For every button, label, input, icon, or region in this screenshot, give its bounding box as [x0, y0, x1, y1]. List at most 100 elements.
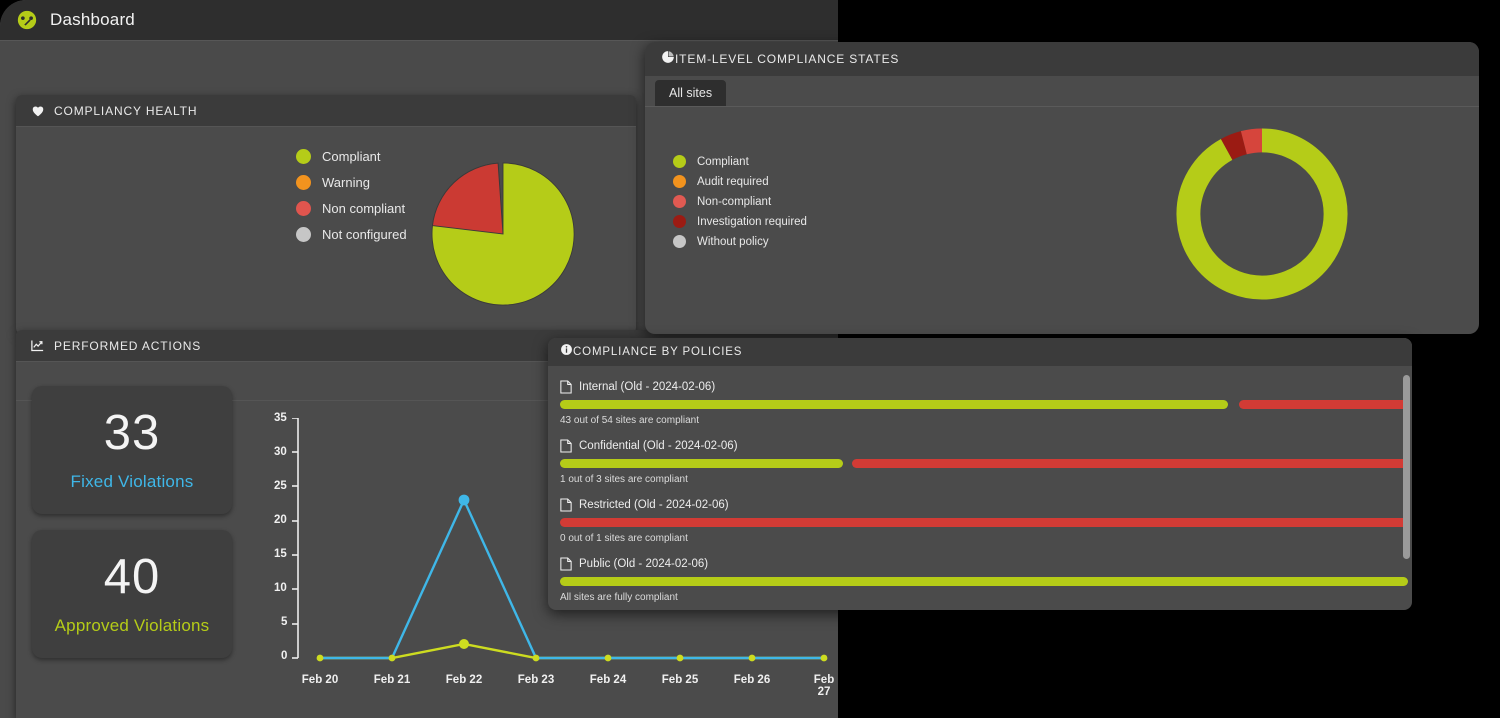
- legend-swatch: [673, 235, 686, 248]
- x-tick-feb-27: Feb 27: [814, 674, 834, 698]
- x-tick-feb-22: Feb 22: [446, 674, 482, 686]
- tab-all-sites[interactable]: All sites: [655, 80, 726, 106]
- legend-item-non-compliant[interactable]: Non-compliant: [673, 195, 807, 208]
- policy-progress-compliant: [560, 400, 1228, 409]
- policy-name-row: Public (Old - 2024-02-06): [560, 557, 1412, 571]
- policy-name: Public (Old - 2024-02-06): [579, 558, 708, 570]
- compliance-by-policies-title: Compliance by policies: [573, 346, 742, 358]
- stat-value: 33: [104, 409, 161, 458]
- stat-value: 40: [104, 553, 161, 602]
- window-title: Dashboard: [50, 10, 135, 30]
- policy-status: 0 out of 1 sites are compliant: [560, 533, 1412, 544]
- policy-progress-non-compliant: [852, 459, 1408, 468]
- policy-status: 43 out of 54 sites are compliant: [560, 415, 1412, 426]
- legend-label: Non compliant: [322, 201, 405, 216]
- policy-row-internal[interactable]: Internal (Old - 2024-02-06) 43 out of 54…: [560, 380, 1412, 426]
- legend-label: Investigation required: [697, 216, 807, 228]
- stat-label: Fixed Violations: [71, 472, 194, 492]
- legend-swatch: [296, 201, 311, 216]
- policy-list: Internal (Old - 2024-02-06) 43 out of 54…: [548, 366, 1412, 603]
- item-level-compliance-legend: Compliant Audit required Non-compliant I…: [673, 155, 807, 248]
- legend-label: Compliant: [697, 156, 749, 168]
- legend-item-investigation-required[interactable]: Investigation required: [673, 215, 807, 228]
- policy-progress-track: [560, 400, 1408, 409]
- document-icon: [560, 439, 572, 453]
- legend-item-compliant[interactable]: Compliant: [296, 149, 407, 164]
- compliance-by-policies-panel: Compliance by policies Internal (Old - 2…: [548, 338, 1412, 610]
- policy-name: Confidential (Old - 2024-02-06): [579, 440, 738, 452]
- legend-swatch: [296, 227, 311, 242]
- item-level-compliance-body: Compliant Audit required Non-compliant I…: [645, 107, 1479, 317]
- legend-label: Audit required: [697, 176, 769, 188]
- legend-label: Without policy: [697, 236, 769, 248]
- performed-actions-title: Performed Actions: [54, 339, 201, 353]
- pie-svg: [429, 160, 577, 308]
- heart-icon: [30, 103, 45, 118]
- window-titlebar: Dashboard: [0, 0, 838, 40]
- policy-name-row: Internal (Old - 2024-02-06): [560, 380, 1412, 394]
- legend-swatch: [673, 215, 686, 228]
- x-tick-feb-26: Feb 26: [734, 674, 770, 686]
- compliancy-health-legend: Compliant Warning Non compliant Not conf…: [296, 149, 407, 253]
- stat-card-fixed-violations[interactable]: 33 Fixed Violations: [32, 386, 232, 514]
- policy-progress-compliant: [560, 577, 1408, 586]
- x-tick-feb-21: Feb 21: [374, 674, 410, 686]
- legend-item-not-configured[interactable]: Not configured: [296, 227, 407, 242]
- stat-card-approved-violations[interactable]: 40 Approved Violations: [32, 530, 232, 658]
- document-icon: [560, 380, 572, 394]
- screen: Dashboard Compliancy Health Compliant: [0, 0, 1500, 718]
- compliancy-health-title: Compliancy Health: [54, 104, 197, 118]
- legend-label: Not configured: [322, 227, 407, 242]
- compliancy-health-panel: Compliancy Health Compliant Warning Non …: [16, 95, 636, 334]
- x-tick-feb-20: Feb 20: [302, 674, 338, 686]
- policy-row-restricted[interactable]: Restricted (Old - 2024-02-06) 0 out of 1…: [560, 498, 1412, 544]
- item-level-compliance-title: Item-level compliance states: [675, 52, 899, 66]
- legend-label: Non-compliant: [697, 196, 771, 208]
- line-chart-icon: [30, 338, 45, 353]
- gauge-icon: [16, 9, 38, 31]
- policy-progress-non-compliant: [1239, 400, 1408, 409]
- compliancy-health-pie-chart[interactable]: [429, 160, 577, 313]
- legend-swatch: [673, 175, 686, 188]
- legend-swatch: [673, 195, 686, 208]
- legend-swatch: [296, 175, 311, 190]
- legend-label: Warning: [322, 175, 370, 190]
- legend-swatch: [673, 155, 686, 168]
- donut-segment-compliant: [1188, 140, 1335, 287]
- policy-progress-non-compliant: [560, 518, 1408, 527]
- legend-item-compliant[interactable]: Compliant: [673, 155, 807, 168]
- legend-item-audit-required[interactable]: Audit required: [673, 175, 807, 188]
- item-level-compliance-donut-chart[interactable]: [1170, 122, 1354, 311]
- pie-chart-icon: [661, 50, 675, 69]
- policy-name: Restricted (Old - 2024-02-06): [579, 499, 729, 511]
- policy-progress-track: [560, 577, 1408, 586]
- item-level-compliance-header: Item-level compliance states: [645, 42, 1479, 76]
- info-icon: [560, 343, 573, 361]
- site-tabstrip: All sites: [645, 76, 1479, 106]
- compliance-by-policies-header: Compliance by policies: [548, 338, 1412, 366]
- stat-label: Approved Violations: [55, 616, 210, 636]
- x-tick-feb-23: Feb 23: [518, 674, 554, 686]
- policy-name-row: Restricted (Old - 2024-02-06): [560, 498, 1412, 512]
- policy-row-confidential[interactable]: Confidential (Old - 2024-02-06) 1 out of…: [560, 439, 1412, 485]
- policy-status: 1 out of 3 sites are compliant: [560, 474, 1412, 485]
- compliancy-health-body: Compliant Warning Non compliant Not conf…: [16, 127, 636, 333]
- policy-list-scrollbar[interactable]: [1403, 375, 1410, 559]
- legend-item-warning[interactable]: Warning: [296, 175, 407, 190]
- x-tick-feb-25: Feb 25: [662, 674, 698, 686]
- policy-name-row: Confidential (Old - 2024-02-06): [560, 439, 1412, 453]
- policy-row-public[interactable]: Public (Old - 2024-02-06) All sites are …: [560, 557, 1412, 603]
- policy-progress-compliant: [560, 459, 843, 468]
- legend-item-without-policy[interactable]: Without policy: [673, 235, 807, 248]
- titlebar-divider: [0, 40, 838, 41]
- document-icon: [560, 557, 572, 571]
- legend-item-non-compliant[interactable]: Non compliant: [296, 201, 407, 216]
- x-tick-feb-24: Feb 24: [590, 674, 626, 686]
- policy-progress-track: [560, 459, 1408, 468]
- item-level-compliance-window: Item-level compliance states All sites C…: [645, 42, 1479, 334]
- policy-status: All sites are fully compliant: [560, 592, 1412, 603]
- legend-swatch: [296, 149, 311, 164]
- donut-svg: [1170, 122, 1354, 306]
- policy-name: Internal (Old - 2024-02-06): [579, 381, 715, 393]
- compliancy-health-header: Compliancy Health: [16, 95, 636, 127]
